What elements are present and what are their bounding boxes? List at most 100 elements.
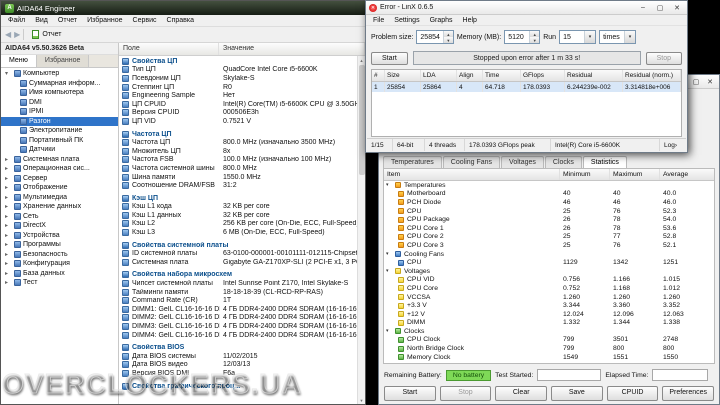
tree-item[interactable]: Системная плата — [1, 155, 118, 165]
expand-icon[interactable]: ▾ — [386, 328, 392, 334]
info-row[interactable]: DIMM1: GeIL CL16-16-16 DIM... 4 ГБ DDR4-… — [119, 305, 357, 314]
info-row[interactable]: Частота ЦП 800.0 MHz (изначально 3500 MH… — [119, 138, 357, 147]
scrollbar-thumb[interactable] — [358, 65, 365, 175]
preferences-button[interactable]: Preferences — [662, 386, 715, 401]
stats-row[interactable]: ▾ North Bridge Clock 799 800 800 — [384, 344, 714, 353]
tree-item[interactable]: Сеть — [1, 212, 118, 222]
info-row[interactable]: Шина памяти 1550.0 MHz — [119, 173, 357, 182]
info-row[interactable]: Кэш L1 кода 32 KB per core — [119, 203, 357, 212]
tree-item[interactable]: Мультимедиа — [1, 193, 118, 203]
info-row[interactable]: Частота ЦП — [119, 130, 357, 139]
info-row[interactable]: Дата BIOS системы 11/02/2015 — [119, 352, 357, 361]
menu-item[interactable]: Избранное — [82, 17, 127, 24]
stats-row[interactable]: ▾ VCCSA 1.260 1.260 1.260 — [384, 293, 714, 302]
info-row[interactable]: Свойства системной платы — [119, 241, 357, 250]
info-row[interactable]: Степпинг ЦП R0 — [119, 83, 357, 92]
tree-item[interactable]: Суммарная информ... — [1, 79, 118, 89]
tree-item[interactable]: Сервер — [1, 174, 118, 184]
tree-item[interactable]: DirectX — [1, 221, 118, 231]
expand-icon[interactable]: ▾ — [386, 268, 392, 274]
info-row[interactable]: Свойства ЦП — [119, 57, 357, 66]
stats-col-minimum[interactable]: Minimum — [560, 169, 610, 180]
info-row[interactable]: Системная плата Gigabyte GA-Z170XP-SLI (… — [119, 258, 357, 267]
column-header-field[interactable]: Поле — [119, 43, 219, 55]
chevron-down-icon[interactable]: ▾ — [624, 31, 636, 43]
tree-item[interactable]: База данных — [1, 269, 118, 279]
info-row[interactable]: Свойства BIOS — [119, 343, 357, 352]
log-button[interactable]: Log › — [660, 139, 686, 151]
stats-col-average[interactable]: Average — [660, 169, 714, 180]
menu-item[interactable]: Сервис — [128, 17, 162, 24]
stats-row[interactable]: ▾ Clocks — [384, 327, 714, 336]
report-button[interactable]: Отчет — [27, 28, 66, 41]
forward-icon[interactable]: ▶ — [14, 30, 20, 39]
save-button[interactable]: Save — [551, 386, 603, 401]
col-size[interactable]: Size — [385, 70, 421, 81]
maximize-icon[interactable]: ▢ — [689, 76, 703, 87]
tree-item[interactable]: Устройства — [1, 231, 118, 241]
run-mode-select[interactable]: times ▾ — [599, 30, 637, 44]
stats-row[interactable]: ▾ CPU Core 3 25 76 52.1 — [384, 241, 714, 250]
tree-item[interactable]: DMI — [1, 98, 118, 108]
spin-down-icon[interactable]: ▼ — [530, 37, 540, 43]
maximize-icon[interactable]: ▢ — [653, 2, 667, 13]
tab-cooling-fans[interactable]: Cooling Fans — [442, 156, 501, 168]
stats-row[interactable]: ▾ Motherboard 40 40 40.0 — [384, 190, 714, 199]
info-row[interactable]: Частота системной шины 800.0 MHz — [119, 164, 357, 173]
info-row[interactable]: Engineering Sample Нет — [119, 91, 357, 100]
info-row[interactable]: Частота FSB 100.0 MHz (изначально 100 MH… — [119, 156, 357, 165]
stats-row[interactable]: ▾ CPU Core 1 26 78 53.6 — [384, 224, 714, 233]
tree-item[interactable]: Тест — [1, 278, 118, 288]
tree-item[interactable]: Имя компьютера — [1, 88, 118, 98]
tab-statistics[interactable]: Statistics — [582, 156, 627, 168]
col-time[interactable]: Time — [483, 70, 521, 81]
tree-item[interactable]: Безопасность — [1, 250, 118, 260]
stats-row[interactable]: ▾ CPU VID 0.756 1.166 1.015 — [384, 276, 714, 285]
col-residual-norm[interactable]: Residual (norm.) — [623, 70, 681, 81]
problem-size-stepper[interactable]: 25854 ▲ ▼ — [416, 30, 454, 44]
stats-row[interactable]: ▾ CPU Clock 799 3501 2748 — [384, 336, 714, 345]
tree-item[interactable]: Портативный ПК — [1, 136, 118, 146]
clear-button[interactable]: Clear — [495, 386, 548, 401]
info-row[interactable]: Чипсет системной платы Intel Sunrise Poi… — [119, 279, 357, 288]
menu-item[interactable]: Справка — [162, 17, 199, 24]
close-icon[interactable]: ✕ — [670, 2, 684, 13]
memory-stepper[interactable]: 5120 ▲ ▼ — [504, 30, 541, 44]
info-row[interactable]: Тип ЦП QuadCore Intel Core i5-6600K — [119, 66, 357, 75]
tree-item[interactable]: Хранение данных — [1, 202, 118, 212]
chevron-down-icon[interactable]: ▾ — [584, 31, 596, 43]
stats-row[interactable]: ▾ CPU Core 2 25 77 52.8 — [384, 233, 714, 242]
col-num[interactable]: # — [372, 70, 385, 81]
col-gflops[interactable]: GFlops — [521, 70, 565, 81]
info-row[interactable]: Кэш L1 данных 32 KB per core — [119, 211, 357, 220]
tree-item[interactable]: Разгон — [1, 116, 118, 126]
tab-temperatures[interactable]: Temperatures — [383, 156, 442, 168]
stats-row[interactable]: ▾ DIMM 1.332 1.344 1.338 — [384, 319, 714, 328]
info-row[interactable]: Кэш L3 6 MB (On-Die, ECC, Full-Speed) — [119, 228, 357, 237]
stats-row[interactable]: ▾ Voltages — [384, 267, 714, 276]
column-header-value[interactable]: Значение — [219, 43, 365, 55]
info-row[interactable]: Соотношение DRAM/FSB 31:2 — [119, 181, 357, 190]
info-row[interactable]: Кэш L2 256 KB per core (On-Die, ECC, Ful… — [119, 220, 357, 229]
info-row[interactable]: DIMM4: GeIL CL16-16-16 DIM... 4 ГБ DDR4-… — [119, 331, 357, 340]
menu-item[interactable]: Вид — [30, 17, 53, 24]
scroll-down-icon[interactable]: ▼ — [360, 396, 364, 404]
stats-col-item[interactable]: Item — [384, 169, 560, 180]
info-row[interactable]: Версия CPUID 000506E3h — [119, 109, 357, 118]
tree-item[interactable]: Отображение — [1, 183, 118, 193]
stats-row[interactable]: ▾ +12 V 12.024 12.096 12.063 — [384, 310, 714, 319]
info-row[interactable]: DIMM3: GeIL CL16-16-16 DIM... 4 ГБ DDR4-… — [119, 322, 357, 331]
info-row[interactable]: DIMM2: GeIL CL16-16-16 DIM... 4 ГБ DDR4-… — [119, 314, 357, 323]
tree-item[interactable]: Операционная сис... — [1, 164, 118, 174]
stats-row[interactable]: ▾ CPU Core 0.752 1.168 1.012 — [384, 284, 714, 293]
sidebar-tab-menu[interactable]: Меню — [1, 55, 37, 67]
menu-item[interactable]: Файл — [3, 17, 30, 24]
info-row[interactable]: Кэш ЦП — [119, 194, 357, 203]
info-row[interactable]: ID системной платы 63-0100-000001-001011… — [119, 249, 357, 258]
stats-row[interactable]: ▾ CPU 25 76 52.3 — [384, 207, 714, 216]
menu-item[interactable]: File — [368, 17, 389, 24]
menu-item[interactable]: Graphs — [425, 17, 458, 24]
minimize-icon[interactable]: – — [636, 2, 650, 13]
col-residual[interactable]: Residual — [565, 70, 623, 81]
tree-item[interactable]: Программы — [1, 240, 118, 250]
